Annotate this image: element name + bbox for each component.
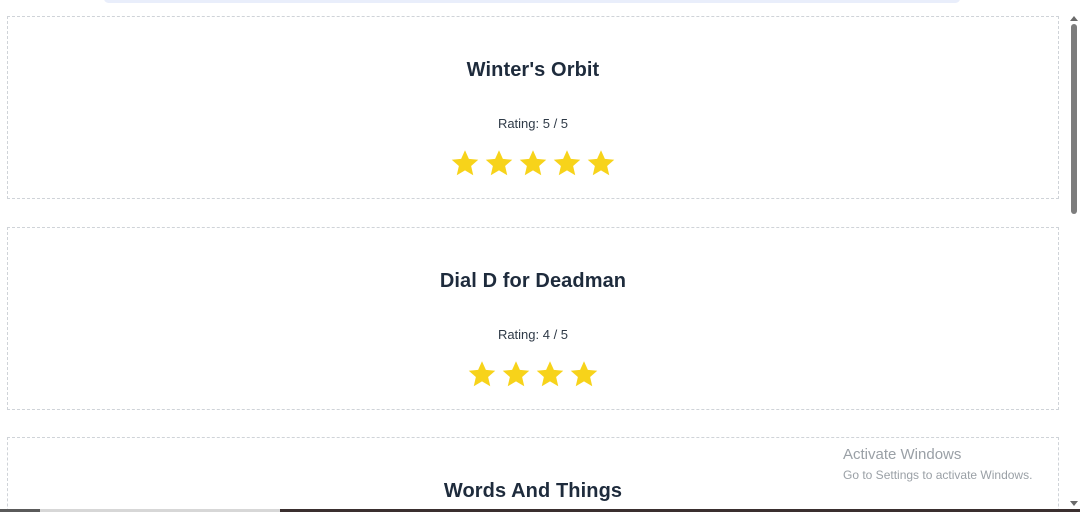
star-rating [8, 359, 1058, 389]
star-icon [586, 148, 616, 178]
star-icon [484, 148, 514, 178]
star-rating [8, 148, 1058, 178]
book-title: Dial D for Deadman [439, 270, 627, 292]
star-icon [467, 359, 497, 389]
scroll-down-arrow-icon[interactable] [1070, 501, 1078, 506]
star-icon [501, 359, 531, 389]
scrollbar-thumb[interactable] [1071, 24, 1077, 214]
star-icon [552, 148, 582, 178]
book-card: Words And Things [7, 437, 1059, 512]
star-icon [535, 359, 565, 389]
book-card: Dial D for Deadman Rating: 4 / 5 [7, 227, 1059, 410]
book-card: Winter's Orbit Rating: 5 / 5 [7, 16, 1059, 199]
page-viewport: Winter's Orbit Rating: 5 / 5 Dial D for … [0, 0, 1080, 512]
book-title: Words And Things [443, 480, 623, 502]
star-icon [569, 359, 599, 389]
book-rating-text: Rating: 4 / 5 [497, 327, 569, 342]
book-title: Winter's Orbit [466, 59, 600, 81]
book-rating-text: Rating: 5 / 5 [497, 116, 569, 131]
vertical-scrollbar[interactable] [1068, 14, 1080, 512]
star-icon [518, 148, 548, 178]
top-search-strip [104, 0, 960, 3]
star-icon [450, 148, 480, 178]
scroll-up-arrow-icon[interactable] [1070, 16, 1078, 21]
